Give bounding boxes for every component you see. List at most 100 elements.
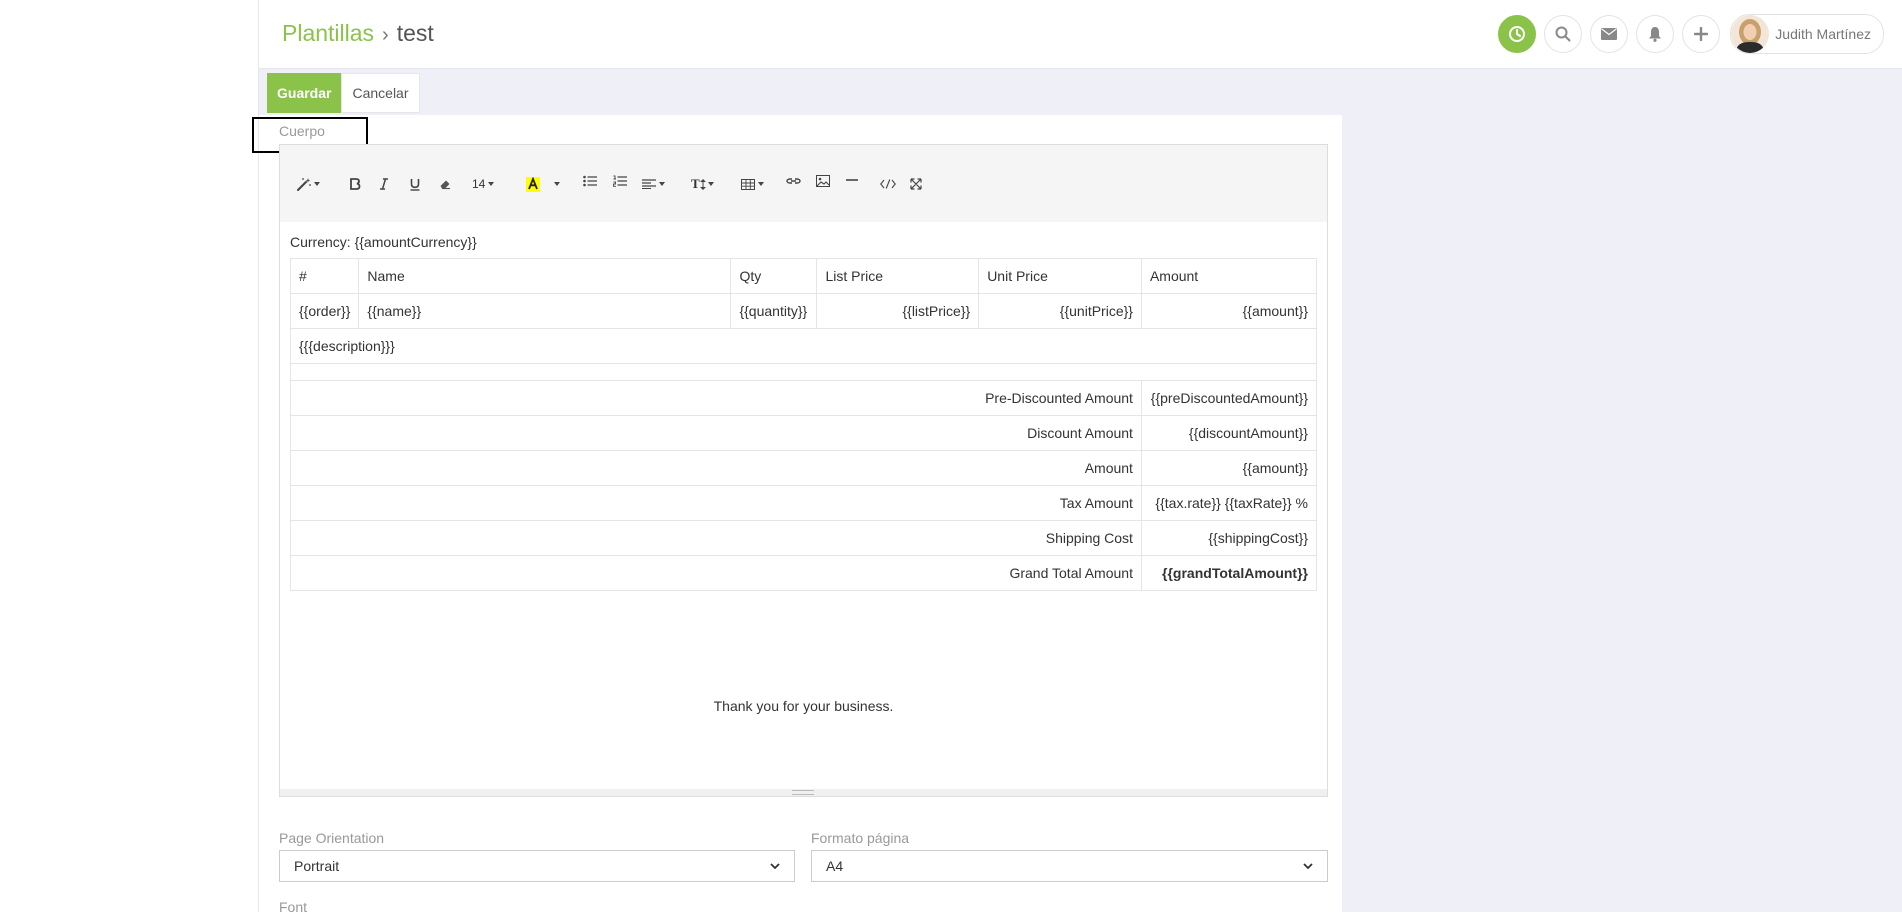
caret-down-icon [488, 182, 495, 186]
caret-down-icon [707, 182, 714, 186]
totals-row: Pre-Discounted Amount {{preDiscountedAmo… [290, 380, 1318, 416]
line-height-label: T [691, 176, 700, 191]
totals-label: Tax Amount [290, 485, 1142, 521]
bold-button[interactable] [349, 173, 361, 195]
items-table: # Name Qty List Price Unit Price Amount … [289, 258, 1318, 591]
page-format-select[interactable]: A4 [811, 850, 1328, 882]
top-actions: Judith Martínez [1490, 14, 1884, 54]
text-color-icon [526, 176, 540, 192]
save-button[interactable]: Guardar [267, 73, 342, 113]
magic-wand-icon [297, 178, 311, 191]
breadcrumb-separator: › [382, 24, 389, 46]
thank-you-note: Thank you for your business. [713, 698, 894, 714]
horizontal-rule-icon [846, 179, 858, 181]
unordered-list-button[interactable] [583, 170, 597, 192]
editor-toolbar: 14 T [280, 145, 1327, 222]
totals-row: Amount {{amount}} [290, 450, 1318, 486]
totals-value: {{shippingCost}} [1140, 520, 1318, 556]
table-header-cell: Qty [730, 258, 818, 294]
notifications-button[interactable] [1636, 15, 1675, 53]
table-row: {{order}} {{name}} {{quantity}} {{listPr… [289, 293, 1318, 329]
breadcrumb-link-plantillas[interactable]: Plantillas [282, 20, 374, 46]
bell-icon [1649, 27, 1662, 42]
table-row-description: {{{description}}} [290, 328, 1317, 364]
totals-label: Amount [290, 450, 1142, 486]
editor-resize-handle[interactable] [280, 789, 1327, 796]
table-header-cell: Unit Price [978, 258, 1142, 294]
caret-down-icon [554, 182, 560, 186]
page-orientation-label: Page Orientation [279, 830, 385, 846]
table-cell: {{name}} [358, 293, 732, 329]
totals-value: {{preDiscountedAmount}} [1140, 380, 1318, 416]
underline-icon [410, 178, 420, 191]
sidebar [0, 0, 258, 912]
insert-image-button[interactable] [816, 170, 830, 192]
table-spacer-row [290, 363, 1317, 381]
expand-icon [910, 178, 922, 190]
numbered-list-icon [613, 175, 627, 187]
description-cell: {{{description}}} [290, 328, 1317, 364]
totals-label: Discount Amount [290, 415, 1142, 451]
caret-down-icon [314, 182, 320, 186]
currency-line: Currency: {{amountCurrency}} [290, 234, 477, 250]
totals-row: Shipping Cost {{shippingCost}} [290, 520, 1318, 556]
search-button[interactable] [1544, 15, 1583, 53]
insert-link-button[interactable] [786, 170, 801, 192]
code-view-button[interactable] [880, 173, 896, 195]
search-icon [1555, 26, 1571, 42]
table-cell: {{order}} [289, 293, 360, 329]
totals-row: Discount Amount {{discountAmount}} [290, 415, 1318, 451]
breadcrumb-current: test [396, 20, 434, 46]
font-color-button[interactable] [526, 173, 540, 195]
chevron-down-icon [1303, 863, 1313, 869]
table-cell: {{amount}} [1140, 293, 1318, 329]
envelope-icon [1601, 28, 1618, 40]
totals-row-grand: Grand Total Amount {{grandTotalAmount}} [290, 555, 1318, 591]
caret-down-icon [758, 182, 764, 186]
table-cell: {{listPrice}} [816, 293, 980, 329]
style-dropdown[interactable] [296, 173, 320, 195]
line-height-dropdown[interactable]: T [691, 173, 714, 195]
email-button[interactable] [1590, 15, 1629, 53]
user-name: Judith Martínez [1775, 26, 1871, 42]
avatar [1731, 15, 1770, 53]
font-size-value: 14 [472, 177, 486, 191]
align-left-icon [642, 179, 656, 189]
table-header-row: # Name Qty List Price Unit Price Amount [289, 258, 1318, 294]
quick-create-button[interactable] [1682, 15, 1721, 53]
fullscreen-button[interactable] [910, 173, 922, 195]
page-orientation-select[interactable]: Portrait [279, 850, 795, 882]
rich-text-editor[interactable]: 14 T Currency: {{amountCurrency}} # Name… [279, 144, 1328, 797]
image-icon [816, 175, 830, 187]
page-orientation-value: Portrait [294, 858, 340, 874]
action-bar: Guardar Cancelar [267, 73, 420, 113]
font-color-dropdown[interactable] [554, 173, 560, 195]
grand-total-value: {{grandTotalAmount}} [1140, 555, 1318, 591]
clock-button[interactable] [1498, 15, 1537, 53]
top-bar: Plantillas › test Judith Martínez [259, 0, 1902, 69]
paragraph-align-dropdown[interactable] [642, 173, 665, 195]
font-label: Font [279, 899, 308, 915]
underline-button[interactable] [409, 173, 421, 195]
ordered-list-button[interactable] [613, 170, 627, 192]
bold-icon [350, 178, 361, 190]
table-header-cell: Name [358, 258, 732, 294]
clear-format-button[interactable] [439, 173, 451, 195]
cancel-button[interactable]: Cancelar [341, 73, 420, 113]
totals-label: Pre-Discounted Amount [290, 380, 1142, 416]
spacer-cell [290, 363, 1317, 381]
chevron-down-icon [770, 863, 780, 869]
table-dropdown[interactable] [741, 173, 764, 195]
clock-icon [1509, 26, 1526, 42]
totals-label: Grand Total Amount [290, 555, 1142, 591]
line-height-icon [699, 178, 706, 190]
code-icon [880, 179, 896, 189]
totals-row: Tax Amount {{tax.rate}} {{taxRate}} % [290, 485, 1318, 521]
table-header-cell: Amount [1140, 258, 1318, 294]
italic-button[interactable] [379, 173, 389, 195]
horizontal-rule-button[interactable] [846, 169, 858, 191]
user-menu[interactable]: Judith Martínez [1730, 14, 1884, 54]
totals-value: {{tax.rate}} {{taxRate}} % [1140, 485, 1318, 521]
font-size-dropdown[interactable]: 14 [472, 173, 495, 195]
page-format-value: A4 [826, 858, 844, 874]
